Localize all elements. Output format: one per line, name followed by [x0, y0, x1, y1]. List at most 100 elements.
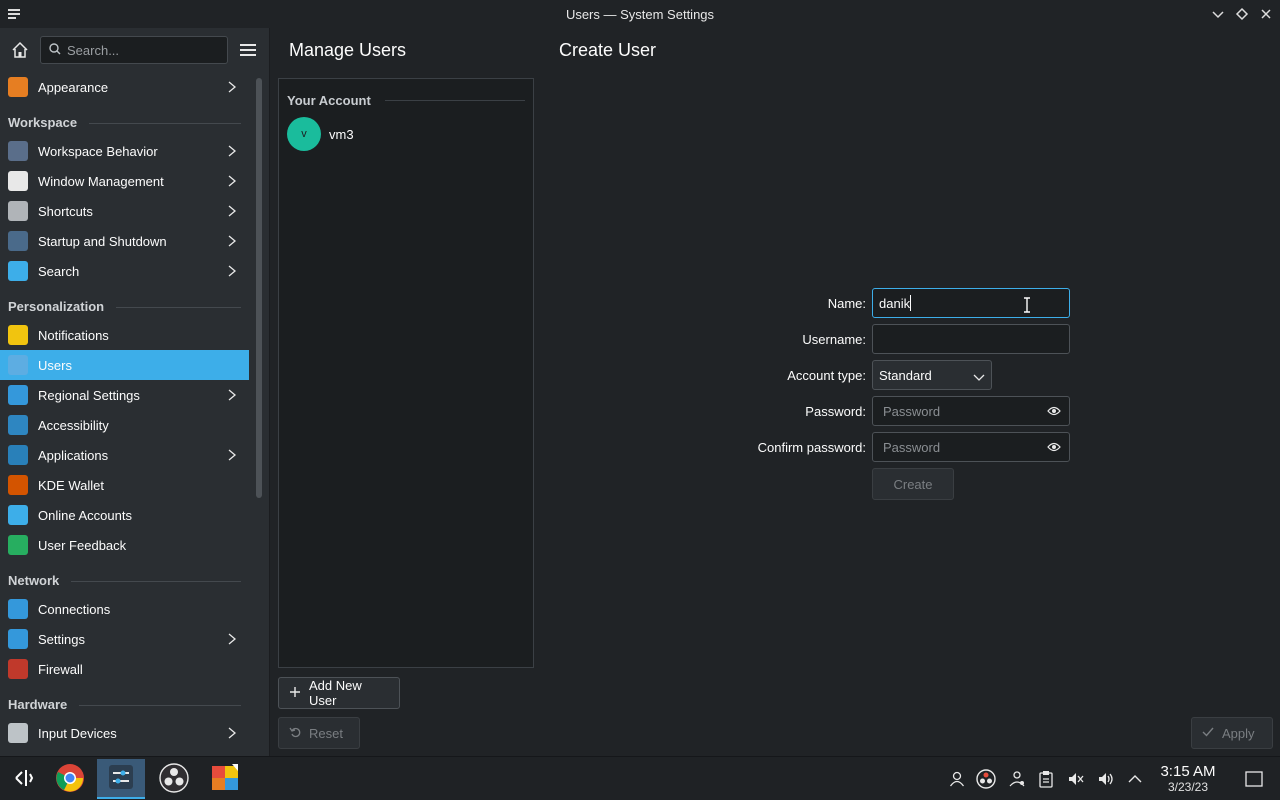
- sidebar-item-settings[interactable]: Settings: [0, 624, 249, 654]
- sidebar-item-label: Input Devices: [38, 725, 117, 741]
- firewall-icon: [8, 659, 28, 679]
- media-app-icon: [211, 763, 241, 796]
- sidebar-item-appearance[interactable]: Appearance: [0, 72, 249, 102]
- taskbar-system-settings[interactable]: [97, 759, 145, 799]
- sidebar-section-personalization: Personalization: [0, 286, 249, 320]
- sidebar-section-hardware: Hardware: [0, 684, 249, 718]
- chevron-right-icon: [227, 633, 237, 645]
- section-divider: [89, 123, 241, 124]
- sidebar-item-label: Startup and Shutdown: [38, 233, 167, 249]
- chevron-right-icon: [227, 145, 237, 157]
- clock[interactable]: 3:15 AM 3/23/23: [1150, 763, 1226, 794]
- window-title: Users — System Settings: [565, 6, 715, 22]
- account-type-value: Standard: [879, 367, 932, 383]
- avatar: v: [287, 117, 321, 151]
- hamburger-menu-icon[interactable]: [236, 38, 260, 62]
- search-input[interactable]: [67, 42, 217, 58]
- startup-and-shutdown-icon: [8, 231, 28, 251]
- sidebar-item-label: Online Accounts: [38, 507, 132, 523]
- sidebar-item-search[interactable]: Search: [0, 256, 249, 286]
- create-button[interactable]: Create: [872, 468, 954, 500]
- sidebar-item-label: Settings: [38, 631, 85, 647]
- reset-button[interactable]: Reset: [278, 717, 360, 749]
- volume-icon[interactable]: [1096, 769, 1116, 789]
- sidebar-scrollbar[interactable]: [256, 78, 262, 498]
- sidebar-item-notifications[interactable]: Notifications: [0, 320, 249, 350]
- sidebar-item-label: Users: [38, 357, 72, 373]
- sidebar-section-network: Network: [0, 560, 249, 594]
- accounts-tray-icon[interactable]: [1007, 769, 1027, 789]
- obs-tray-icon[interactable]: [976, 769, 996, 789]
- sidebar: Appearance Workspace Workspace Behavior Win…: [0, 28, 270, 756]
- confirm-password-field[interactable]: Password: [872, 432, 1070, 462]
- sidebar-item-label: Window Management: [38, 173, 164, 189]
- window-titlebar: Users — System Settings: [0, 0, 1280, 28]
- muted-speaker-icon[interactable]: [1066, 769, 1086, 789]
- launcher-icon: [12, 766, 36, 793]
- chevron-right-icon: [227, 265, 237, 277]
- user-list-panel: Your Account v vm3: [278, 78, 534, 668]
- window-menu-icon[interactable]: [6, 6, 22, 22]
- sidebar-item-label: Workspace Behavior: [38, 143, 158, 159]
- taskbar-media-app[interactable]: [202, 759, 250, 799]
- sidebar-item-workspace-behavior[interactable]: Workspace Behavior: [0, 136, 249, 166]
- create-label: Create: [893, 476, 933, 492]
- name-label: Name:: [827, 296, 866, 311]
- add-new-user-label: Add New User: [309, 678, 362, 708]
- add-new-user-button[interactable]: Add New User: [278, 677, 400, 709]
- password-field[interactable]: Password: [872, 396, 1070, 426]
- maximize-icon[interactable]: [1234, 6, 1250, 22]
- workspace-behavior-icon: [8, 141, 28, 161]
- appearance-icon: [8, 77, 28, 97]
- sidebar-item-accessibility[interactable]: Accessibility: [0, 410, 249, 440]
- chevron-up-icon[interactable]: [1125, 769, 1145, 789]
- users-icon: [8, 355, 28, 375]
- sidebar-item-connections[interactable]: Connections: [0, 594, 249, 624]
- show-desktop-icon[interactable]: [1244, 769, 1264, 789]
- sidebar-item-label: Shortcuts: [38, 203, 93, 219]
- applications-icon: [8, 445, 28, 465]
- app-launcher-button[interactable]: [0, 759, 48, 799]
- sidebar-item-user-feedback[interactable]: User Feedback: [0, 530, 249, 560]
- sidebar-item-label: Connections: [38, 601, 111, 617]
- username-label: Username:: [802, 332, 866, 347]
- section-heading: Workspace: [8, 115, 78, 130]
- accessibility-icon: [8, 415, 28, 435]
- apply-button[interactable]: Apply: [1191, 717, 1273, 749]
- sidebar-item-label: Accessibility: [38, 417, 109, 433]
- sidebar-item-regional-settings[interactable]: Regional Settings: [0, 380, 249, 410]
- username-field[interactable]: [872, 324, 1070, 354]
- sidebar-item-shortcuts[interactable]: Shortcuts: [0, 196, 249, 226]
- search-icon: [8, 261, 28, 281]
- sidebar-item-online-accounts[interactable]: Online Accounts: [0, 500, 249, 530]
- taskbar: 3:15 AM 3/23/23: [0, 756, 1280, 800]
- search-field[interactable]: [40, 36, 228, 64]
- section-heading: Network: [8, 573, 60, 588]
- show-confirm-password-eye-icon[interactable]: [1047, 441, 1061, 456]
- sidebar-item-firewall[interactable]: Firewall: [0, 654, 249, 684]
- sidebar-item-input-devices[interactable]: Input Devices: [0, 718, 249, 748]
- home-icon[interactable]: [8, 38, 32, 62]
- taskbar-obs[interactable]: [150, 759, 198, 799]
- minimize-icon[interactable]: [1210, 6, 1226, 22]
- show-password-eye-icon[interactable]: [1047, 405, 1061, 420]
- chevron-right-icon: [227, 449, 237, 461]
- user-switch-icon[interactable]: [947, 769, 967, 789]
- close-icon[interactable]: [1258, 6, 1274, 22]
- input-devices-icon: [8, 723, 28, 743]
- clipboard-icon[interactable]: [1036, 769, 1056, 789]
- sidebar-item-startup-and-shutdown[interactable]: Startup and Shutdown: [0, 226, 249, 256]
- main-header: Manage Users Create User: [271, 28, 1280, 72]
- chevron-right-icon: [227, 175, 237, 187]
- taskbar-chrome[interactable]: [46, 759, 94, 799]
- list-title: Manage Users: [289, 39, 407, 60]
- sidebar-item-window-management[interactable]: Window Management: [0, 166, 249, 196]
- reset-label: Reset: [309, 725, 343, 741]
- sidebar-item-kde-wallet[interactable]: KDE Wallet: [0, 470, 249, 500]
- user-list-item[interactable]: v vm3: [287, 117, 525, 151]
- sidebar-item-users[interactable]: Users: [0, 350, 249, 380]
- account-type-select[interactable]: Standard: [872, 360, 992, 390]
- settings-app-icon: [108, 764, 134, 793]
- name-field[interactable]: danik: [872, 288, 1070, 318]
- sidebar-item-applications[interactable]: Applications: [0, 440, 249, 470]
